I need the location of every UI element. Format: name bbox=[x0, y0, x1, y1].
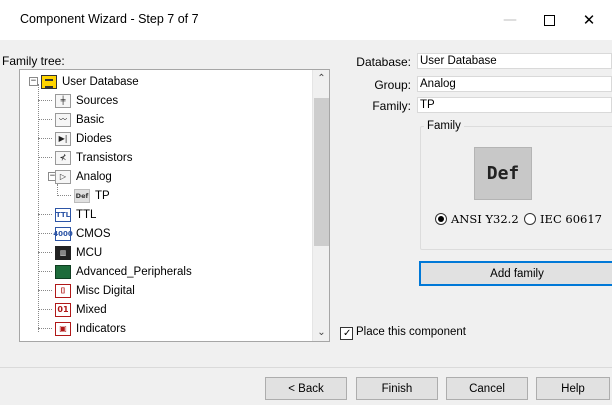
tree-connector bbox=[38, 100, 52, 101]
tree-item-cmos[interactable]: 4000 CMOS bbox=[53, 224, 111, 243]
tree-connector bbox=[38, 84, 39, 332]
tree-item-label: Transistors bbox=[76, 151, 133, 164]
tree-connector bbox=[38, 138, 52, 139]
group-label: Group: bbox=[374, 78, 411, 92]
tree-connector bbox=[38, 233, 52, 234]
ttl-icon: TTL bbox=[55, 207, 71, 222]
tree-item-misc-digital[interactable]: ⌷ Misc Digital bbox=[55, 281, 135, 300]
tree-item-indicators[interactable]: ▣ Indicators bbox=[55, 319, 126, 338]
database-label: Database: bbox=[356, 55, 411, 69]
scroll-thumb[interactable] bbox=[314, 98, 329, 246]
tree-item-transistors[interactable]: ⊀ Transistors bbox=[55, 148, 132, 167]
cancel-button[interactable]: Cancel bbox=[446, 377, 528, 400]
radio-iec-label[interactable]: IEC 60617 bbox=[540, 212, 602, 226]
family-group-title: Family bbox=[424, 120, 464, 132]
tree-item-label: Sources bbox=[76, 94, 119, 107]
place-component-label[interactable]: Place this component bbox=[356, 326, 466, 338]
misc-digital-icon: ⌷ bbox=[55, 283, 71, 298]
radio-ansi-label[interactable]: ANSI Y32.2 bbox=[451, 212, 519, 226]
tree-item-label: Advanced_Peripherals bbox=[76, 265, 192, 278]
finish-button[interactable]: Finish bbox=[356, 377, 438, 400]
tree-item-ttl[interactable]: TTL TTL bbox=[55, 205, 96, 224]
tree-item-label: Misc Digital bbox=[76, 284, 135, 297]
family-field[interactable]: TP bbox=[417, 97, 612, 113]
minimize-icon[interactable]: — bbox=[497, 8, 523, 32]
diode-icon: ▶| bbox=[55, 131, 71, 146]
add-family-button[interactable]: Add family bbox=[419, 261, 612, 286]
tree-item-user-database[interactable]: User Database bbox=[41, 72, 139, 91]
collapse-root-icon[interactable]: − bbox=[29, 77, 38, 86]
tree-connector bbox=[38, 157, 52, 158]
tree-item-label: Mixed bbox=[76, 303, 107, 316]
tree-connector bbox=[38, 309, 52, 310]
help-button[interactable]: Help bbox=[536, 377, 610, 400]
place-component-checkbox[interactable]: ✓ bbox=[340, 327, 353, 340]
tree-item-label: Indicators bbox=[76, 322, 126, 335]
sources-icon: ╪ bbox=[55, 93, 71, 108]
family-tree[interactable]: − User Database ╪ Sources 〰 Basic ▶| Dio… bbox=[19, 69, 330, 342]
def-icon: Def bbox=[74, 188, 90, 203]
peripherals-icon bbox=[55, 264, 71, 279]
tree-item-label: TTL bbox=[76, 208, 97, 221]
tree-item-label: Basic bbox=[76, 113, 105, 126]
analog-icon: ▷ bbox=[55, 169, 71, 184]
scroll-down-icon[interactable]: ⌄ bbox=[313, 324, 329, 341]
tree-connector bbox=[38, 328, 52, 329]
tree-connector bbox=[38, 290, 52, 291]
tree-item-mixed[interactable]: 01 Mixed bbox=[55, 300, 107, 319]
family-label: Family: bbox=[372, 99, 411, 113]
tree-item-tp[interactable]: Def TP bbox=[74, 186, 110, 205]
family-tree-label: Family tree: bbox=[2, 54, 65, 68]
tree-connector bbox=[57, 195, 71, 196]
window-title: Component Wizard - Step 7 of 7 bbox=[20, 12, 199, 26]
family-symbol-preview: Def bbox=[474, 147, 532, 200]
tree-item-label: User Database bbox=[62, 75, 139, 88]
tree-item-label: Diodes bbox=[76, 132, 112, 145]
tree-item-label: TP bbox=[95, 189, 110, 202]
tree-connector bbox=[38, 119, 52, 120]
mixed-icon: 01 bbox=[55, 302, 71, 317]
tree-connector bbox=[38, 214, 52, 215]
radio-iec[interactable] bbox=[524, 213, 536, 225]
close-icon[interactable]: ✕ bbox=[576, 8, 602, 32]
database-icon bbox=[41, 74, 57, 89]
group-field[interactable]: Analog bbox=[417, 76, 612, 92]
footer-separator bbox=[0, 367, 612, 368]
mcu-icon: ▥ bbox=[55, 245, 71, 260]
transistor-icon: ⊀ bbox=[55, 150, 71, 165]
checkmark-icon: ✓ bbox=[343, 328, 352, 339]
tree-item-diodes[interactable]: ▶| Diodes bbox=[55, 129, 112, 148]
tree-item-sources[interactable]: ╪ Sources bbox=[55, 91, 118, 110]
tree-item-label: CMOS bbox=[76, 227, 111, 240]
tree-item-label: Analog bbox=[76, 170, 112, 183]
maximize-icon[interactable] bbox=[536, 8, 562, 32]
tree-item-advanced-peripherals[interactable]: Advanced_Peripherals bbox=[55, 262, 192, 281]
indicators-icon: ▣ bbox=[55, 321, 71, 336]
tree-item-mcu[interactable]: ▥ MCU bbox=[55, 243, 102, 262]
basic-icon: 〰 bbox=[55, 112, 71, 127]
tree-item-analog[interactable]: ▷ Analog bbox=[55, 167, 112, 186]
tree-item-label: MCU bbox=[76, 246, 103, 259]
scroll-up-icon[interactable]: ⌃ bbox=[313, 70, 329, 87]
title-bar: Component Wizard - Step 7 of 7 — ✕ bbox=[0, 0, 612, 40]
tree-connector bbox=[38, 252, 52, 253]
back-button[interactable]: < Back bbox=[265, 377, 347, 400]
database-field[interactable]: User Database bbox=[417, 53, 612, 69]
radio-ansi[interactable] bbox=[435, 213, 447, 225]
tree-connector bbox=[38, 271, 52, 272]
tree-scrollbar[interactable]: ⌃ ⌄ bbox=[312, 70, 329, 341]
tree-item-basic[interactable]: 〰 Basic bbox=[55, 110, 104, 129]
cmos-icon: 4000 bbox=[53, 226, 73, 241]
